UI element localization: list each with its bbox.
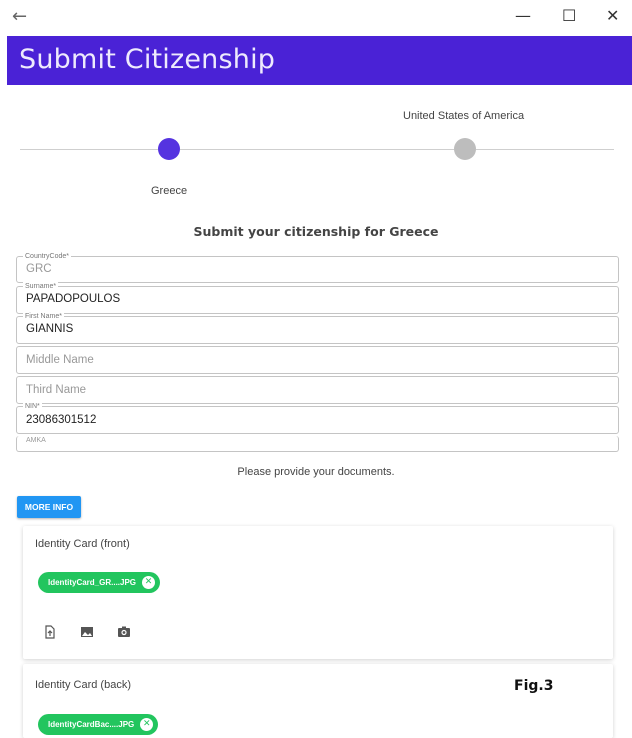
country-code-value: GRC <box>26 263 52 275</box>
country-code-label: CountryCode* <box>23 252 71 261</box>
gallery-image-icon[interactable] <box>80 625 94 639</box>
middle-name-placeholder: Middle Name <box>26 354 94 366</box>
back-arrow-icon[interactable]: ← <box>12 6 27 27</box>
surname-label: Surname* <box>23 282 59 291</box>
minimize-button[interactable]: — <box>515 6 531 25</box>
upload-file-icon[interactable] <box>43 625 57 639</box>
page-title: Submit Citizenship <box>19 44 276 75</box>
first-name-value: GIANNIS <box>26 323 74 335</box>
stepper-line <box>476 149 614 150</box>
middle-name-field[interactable]: Middle Name <box>16 346 619 374</box>
nin-field[interactable]: NIN* 23086301512 <box>16 402 619 434</box>
file-chip[interactable]: IdentityCard_GR....JPG ✕ <box>38 572 161 593</box>
identity-card-front-card: Identity Card (front) IdentityCard_GR...… <box>23 526 613 659</box>
stepper-line <box>180 149 454 150</box>
remove-file-icon[interactable]: ✕ <box>142 576 156 589</box>
file-chip-label: IdentityCard_GR....JPG <box>48 578 137 587</box>
surname-field[interactable]: Surname* PAPADOPOULOS <box>16 282 619 314</box>
app-bar: Submit Citizenship <box>7 36 632 85</box>
third-name-placeholder: Third Name <box>26 384 87 396</box>
figure-label: Fig.3 <box>514 678 554 694</box>
country-code-field[interactable]: CountryCode* GRC <box>16 252 619 283</box>
file-chip-label: IdentityCardBac....JPG <box>48 720 135 729</box>
file-chip[interactable]: IdentityCardBac....JPG ✕ <box>38 714 159 735</box>
stepper-line <box>20 149 158 150</box>
nin-value: 23086301512 <box>26 414 97 426</box>
more-info-button[interactable]: MORE INFO <box>17 496 81 518</box>
step-label-greece: Greece <box>151 185 188 197</box>
first-name-field[interactable]: First Name* GIANNIS <box>16 312 619 344</box>
window-titlebar: ← — ☐ ✕ <box>0 0 632 36</box>
step-indicator-greece[interactable] <box>158 138 180 160</box>
card-title: Identity Card (front) <box>35 538 130 550</box>
nin-label: NIN* <box>23 402 42 411</box>
close-button[interactable]: ✕ <box>606 6 619 25</box>
step-indicator-usa[interactable] <box>454 138 476 160</box>
remove-file-icon[interactable]: ✕ <box>140 718 154 731</box>
documents-prompt: Please provide your documents. <box>237 466 395 478</box>
camera-icon[interactable] <box>117 625 131 639</box>
step-label-usa: United States of America <box>403 110 525 122</box>
surname-value: PAPADOPOULOS <box>26 293 121 305</box>
third-name-field[interactable]: Third Name <box>16 376 619 404</box>
card-title: Identity Card (back) <box>35 679 131 691</box>
maximize-button[interactable]: ☐ <box>562 6 576 25</box>
first-name-label: First Name* <box>23 312 64 321</box>
form-heading: Submit your citizenship for Greece <box>193 224 439 239</box>
amka-label: AMKA <box>26 437 46 444</box>
identity-card-back-card: Identity Card (back) IdentityCardBac....… <box>23 664 613 738</box>
amka-field[interactable]: AMKA <box>16 436 619 452</box>
